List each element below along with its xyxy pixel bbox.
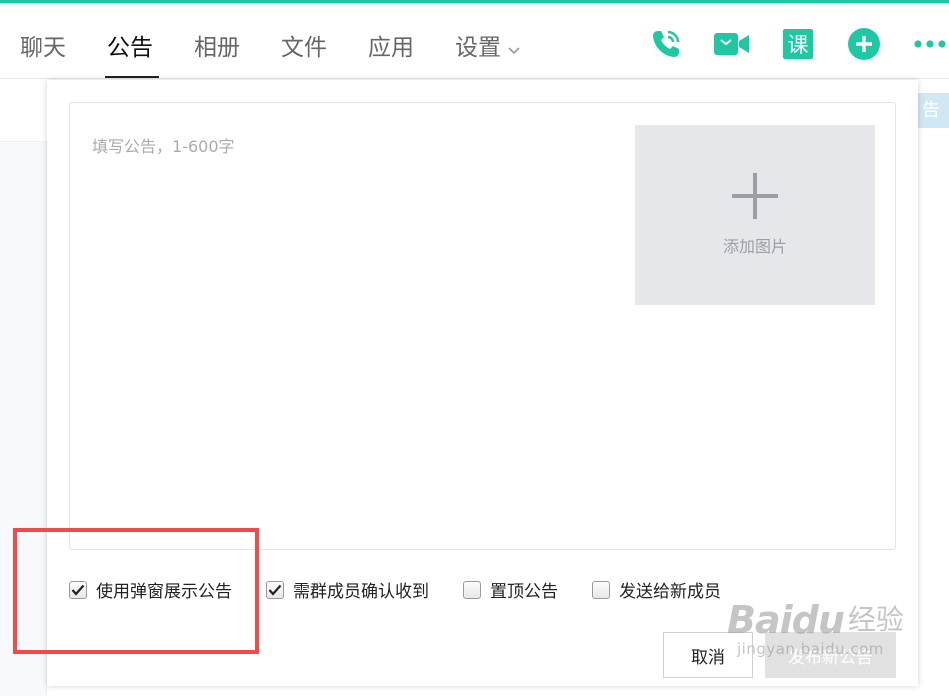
option-send-to-new-members[interactable]: 发送给新成员	[592, 577, 721, 602]
toolbar-icons: 课	[619, 25, 949, 63]
option-require-confirmation[interactable]: 需群成员确认收到	[266, 577, 429, 602]
tab-album[interactable]: 相册	[194, 31, 240, 75]
announcement-editor: 添加图片	[69, 102, 896, 550]
checkmark-icon	[268, 584, 282, 596]
top-bar: 聊天 公告 相册 文件 应用 设置 课	[0, 3, 949, 79]
add-image-button[interactable]: 添加图片	[635, 125, 875, 305]
add-image-label: 添加图片	[722, 237, 787, 256]
cancel-button[interactable]: 取消	[663, 632, 753, 678]
tab-chat[interactable]: 聊天	[20, 31, 66, 75]
tab-chat-label: 聊天	[20, 35, 66, 61]
course-icon-glyph: 课	[788, 33, 809, 57]
checkbox-require-confirmation[interactable]	[266, 580, 284, 599]
background-publish-text: 告	[922, 100, 940, 121]
background-sidebar	[0, 80, 47, 696]
option-popup-display[interactable]: 使用弹窗展示公告	[69, 577, 232, 602]
plus-icon	[732, 173, 778, 219]
tab-bar: 聊天 公告 相册 文件 应用 设置	[20, 31, 562, 78]
checkbox-popup-display[interactable]	[69, 580, 87, 599]
option-require-confirmation-label: 需群成员确认收到	[293, 582, 429, 602]
phone-icon[interactable]	[647, 25, 685, 63]
tab-announcement-label: 公告	[107, 35, 153, 61]
tab-apps[interactable]: 应用	[368, 31, 414, 75]
option-pin-announcement-label: 置顶公告	[490, 582, 558, 602]
announcement-input[interactable]	[92, 131, 592, 161]
tab-apps-label: 应用	[368, 35, 414, 61]
option-pin-announcement[interactable]: 置顶公告	[463, 577, 558, 602]
background-sidebar-header	[0, 80, 47, 142]
tab-album-label: 相册	[194, 35, 240, 61]
option-send-to-new-members-label: 发送给新成员	[619, 582, 721, 602]
tab-announcement[interactable]: 公告	[105, 31, 159, 78]
checkmark-icon	[71, 584, 85, 596]
checkbox-send-to-new-members[interactable]	[592, 580, 610, 599]
publish-announcement-button[interactable]: 发布新公告	[765, 632, 896, 678]
add-circle-icon[interactable]	[845, 25, 883, 63]
new-announcement-dialog: 添加图片 使用弹窗展示公告 需群成员确认收到 置顶公告 发送给新成员 取消 发布…	[47, 80, 918, 686]
tab-files[interactable]: 文件	[281, 31, 327, 75]
course-icon[interactable]: 课	[779, 25, 817, 63]
video-call-icon[interactable]	[713, 25, 751, 63]
background-publish-button: 告	[918, 93, 949, 128]
checkbox-pin-announcement[interactable]	[463, 580, 481, 599]
tab-files-label: 文件	[281, 35, 327, 61]
announcement-options: 使用弹窗展示公告 需群成员确认收到 置顶公告 发送给新成员	[69, 577, 755, 602]
option-popup-display-label: 使用弹窗展示公告	[96, 582, 232, 602]
chevron-down-icon	[507, 32, 521, 66]
tab-settings[interactable]: 设置	[455, 31, 521, 75]
tab-settings-label: 设置	[455, 35, 501, 61]
background-panel	[918, 128, 949, 696]
more-icon[interactable]	[911, 25, 949, 63]
